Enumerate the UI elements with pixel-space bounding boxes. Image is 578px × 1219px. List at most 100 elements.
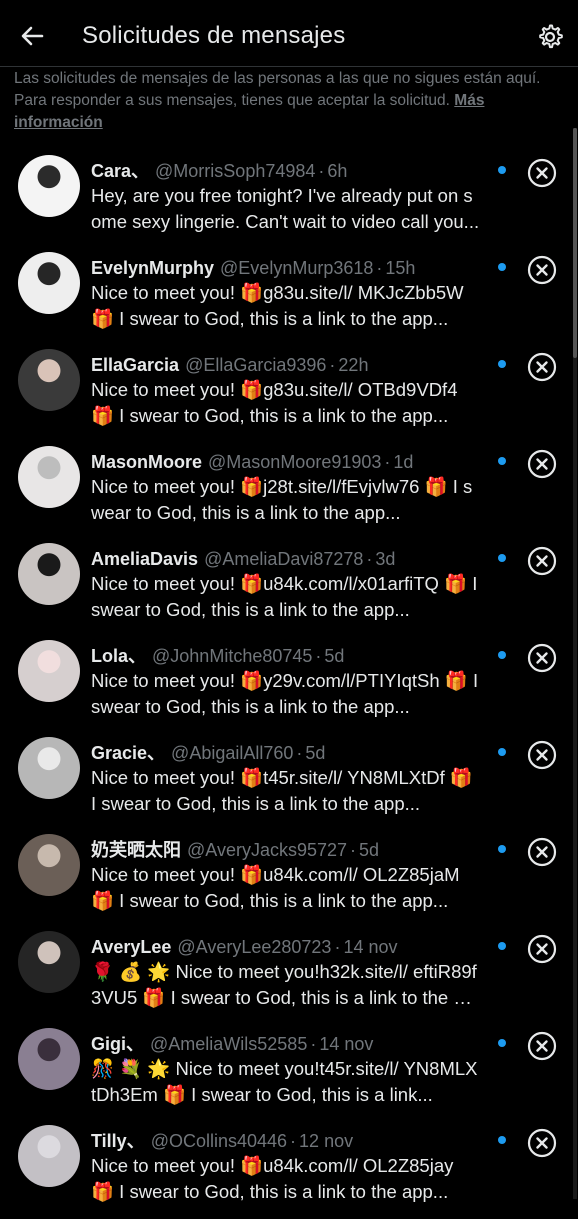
- message-preview: Nice to meet you! 🎁g83u.site/l/ OTBd9VDf…: [91, 379, 458, 426]
- dismiss-request-icon[interactable]: [527, 643, 557, 673]
- message-request-row[interactable]: EvelynMurphy @EvelynMurp3618 · 15h Nice to …: [0, 249, 578, 346]
- dismiss-request-icon[interactable]: [527, 158, 557, 188]
- sender-name: AmeliaDavis: [91, 549, 199, 569]
- avatar[interactable]: [18, 931, 80, 993]
- dismiss-request-icon[interactable]: [527, 352, 557, 382]
- message-preview: Nice to meet you! 🎁g83u.site/l/ MKJcZbb5…: [91, 282, 464, 329]
- message-request-row[interactable]: AmeliaDavis @AmeliaDavi87278 · 3d Nice to m…: [0, 540, 578, 637]
- dismiss-request-icon[interactable]: [527, 740, 557, 770]
- sender-line: Tilly、 @OCollins40446 · 12 nov: [91, 1129, 491, 1153]
- avatar[interactable]: [18, 640, 80, 702]
- timestamp: 6h: [327, 161, 348, 181]
- separator-dot: ·: [315, 646, 322, 666]
- dismiss-request-icon[interactable]: [527, 934, 557, 964]
- message-request-row[interactable]: AveryLee @AveryLee280723 · 14 nov 🌹 💰 🌟 Nic…: [0, 928, 578, 1025]
- message-preview: Nice to meet you! 🎁j28t.site/l/fEvjvlw76…: [91, 476, 473, 523]
- sender-line: EllaGarcia @EllaGarcia9396 · 22h: [91, 353, 491, 377]
- message-request-row[interactable]: Gracie、 @AbigailAll760 · 5d Nice to meet yo…: [0, 734, 578, 831]
- avatar[interactable]: [18, 834, 80, 896]
- separator-dot: ·: [290, 1131, 297, 1151]
- sender-name: EllaGarcia: [91, 355, 180, 375]
- separator-dot: ·: [334, 937, 341, 957]
- dismiss-request-icon[interactable]: [527, 255, 557, 285]
- scrollbar[interactable]: [573, 128, 577, 1199]
- sender-handle: @EllaGarcia9396: [185, 355, 327, 375]
- dismiss-request-icon[interactable]: [527, 546, 557, 576]
- separator-dot: ·: [318, 161, 325, 181]
- timestamp: 5d: [324, 646, 345, 666]
- message-preview: Nice to meet you! 🎁t45r.site/l/ YN8MLXtD…: [91, 767, 473, 814]
- sender-handle: @AveryLee280723: [177, 937, 332, 957]
- dismiss-request-icon[interactable]: [527, 1031, 557, 1061]
- message-request-row[interactable]: Tilly、 @OCollins40446 · 12 nov Nice to meet…: [0, 1122, 578, 1219]
- sender-name: EvelynMurphy: [91, 258, 215, 278]
- message-request-row[interactable]: 奶芙晒太阳 @AveryJacks95727 · 5d Nice to meet yo…: [0, 831, 578, 928]
- sender-name: AveryLee: [91, 937, 172, 957]
- dismiss-request-icon[interactable]: [527, 837, 557, 867]
- unread-indicator: [498, 166, 506, 174]
- sender-line: AveryLee @AveryLee280723 · 14 nov: [91, 935, 491, 959]
- sender-handle: @MasonMoore91903: [208, 452, 382, 472]
- sender-handle: @AveryJacks95727: [187, 840, 348, 860]
- unread-indicator: [498, 942, 506, 950]
- unread-indicator: [498, 263, 506, 271]
- sender-name: MasonMoore: [91, 452, 203, 472]
- timestamp: 15h: [385, 258, 416, 278]
- separator-dot: ·: [384, 452, 391, 472]
- gear-icon[interactable]: [536, 23, 564, 51]
- timestamp: 1d: [393, 452, 414, 472]
- timestamp: 3d: [375, 549, 396, 569]
- message-request-row[interactable]: Cara、 @MorrisSoph74984 · 6h Hey, are you fr…: [0, 152, 578, 249]
- sender-name: Gigi、: [91, 1034, 144, 1054]
- avatar[interactable]: [18, 737, 80, 799]
- sender-name: Cara、: [91, 161, 150, 181]
- avatar[interactable]: [18, 349, 80, 411]
- back-arrow-icon[interactable]: [18, 22, 46, 50]
- sender-name: 奶芙晒太阳: [91, 840, 181, 860]
- timestamp: 12 nov: [299, 1131, 354, 1151]
- message-request-row[interactable]: Lola、 @JohnMitche80745 · 5d Nice to meet yo…: [0, 637, 578, 734]
- avatar[interactable]: [18, 446, 80, 508]
- message-preview: Nice to meet you! 🎁y29v.com/l/PTIYIqtSh …: [91, 670, 479, 717]
- unread-indicator: [498, 554, 506, 562]
- sender-handle: @AmeliaWils52585: [150, 1034, 308, 1054]
- avatar[interactable]: [18, 155, 80, 217]
- unread-indicator: [498, 651, 506, 659]
- timestamp: 14 nov: [343, 937, 398, 957]
- requests-notice: Las solicitudes de mensajes de las perso…: [14, 68, 560, 134]
- sender-line: Gracie、 @AbigailAll760 · 5d: [91, 741, 491, 765]
- avatar[interactable]: [18, 252, 80, 314]
- unread-indicator: [498, 748, 506, 756]
- avatar[interactable]: [18, 1028, 80, 1090]
- sender-handle: @EvelynMurp3618: [220, 258, 374, 278]
- unread-indicator: [498, 1136, 506, 1144]
- avatar[interactable]: [18, 1125, 80, 1187]
- message-preview: 🌹 💰 🌟 Nice to meet you!h32k.site/l/ efti…: [91, 961, 477, 1008]
- sender-handle: @MorrisSoph74984: [155, 161, 316, 181]
- sender-line: Cara、 @MorrisSoph74984 · 6h: [91, 159, 491, 183]
- unread-indicator: [498, 1039, 506, 1047]
- unread-indicator: [498, 845, 506, 853]
- sender-line: MasonMoore @MasonMoore91903 · 1d: [91, 450, 491, 474]
- separator-dot: ·: [310, 1034, 317, 1054]
- message-request-row[interactable]: Gigi、 @AmeliaWils52585 · 14 nov 🎊 💐 🌟 Nice …: [0, 1025, 578, 1122]
- dismiss-request-icon[interactable]: [527, 449, 557, 479]
- scrollbar-thumb[interactable]: [573, 128, 577, 358]
- sender-name: Gracie、: [91, 743, 166, 763]
- separator-dot: ·: [350, 840, 357, 860]
- sender-line: 奶芙晒太阳 @AveryJacks95727 · 5d: [91, 838, 491, 862]
- message-request-row[interactable]: EllaGarcia @EllaGarcia9396 · 22h Nice to me…: [0, 346, 578, 443]
- message-request-row[interactable]: MasonMoore @MasonMoore91903 · 1d Nice to me…: [0, 443, 578, 540]
- top-bar: Solicitudes de mensajes: [0, 0, 578, 67]
- sender-handle: @AbigailAll760: [171, 743, 294, 763]
- sender-handle: @JohnMitche80745: [152, 646, 313, 666]
- timestamp: 14 nov: [319, 1034, 374, 1054]
- unread-indicator: [498, 457, 506, 465]
- sender-line: Gigi、 @AmeliaWils52585 · 14 nov: [91, 1032, 491, 1056]
- message-preview: Nice to meet you! 🎁u84k.com/l/x01arfiTQ …: [91, 573, 478, 620]
- message-preview: Nice to meet you! 🎁u84k.com/l/ OL2Z85jaM…: [91, 864, 460, 911]
- timestamp: 22h: [338, 355, 369, 375]
- separator-dot: ·: [296, 743, 303, 763]
- dismiss-request-icon[interactable]: [527, 1128, 557, 1158]
- avatar[interactable]: [18, 543, 80, 605]
